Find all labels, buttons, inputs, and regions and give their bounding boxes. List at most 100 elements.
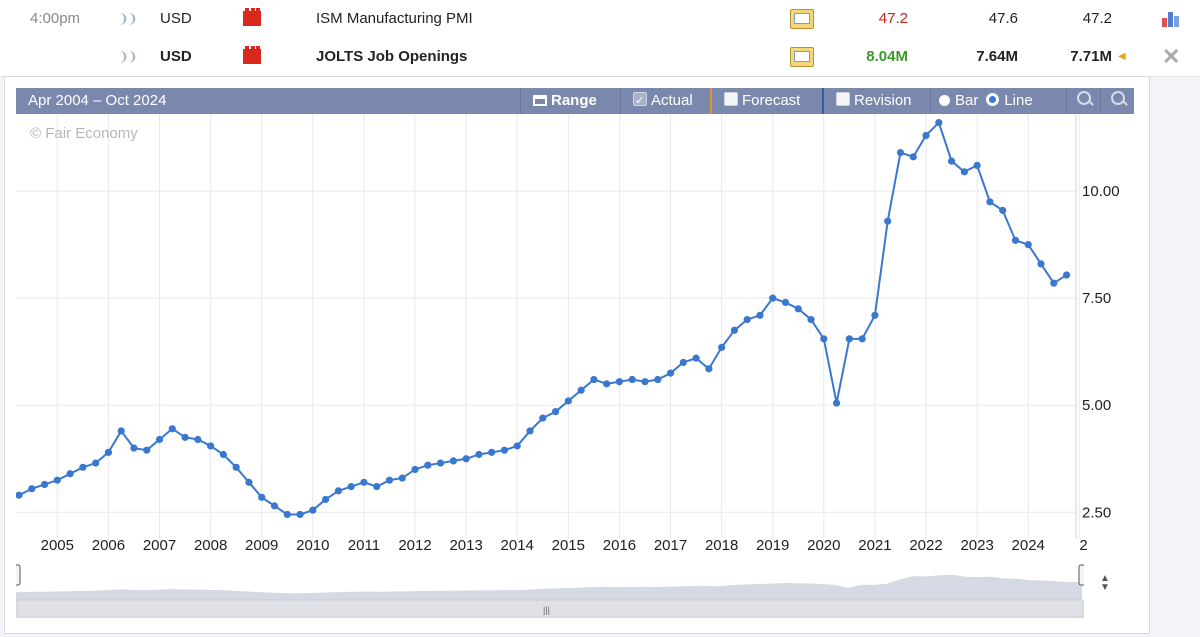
data-point[interactable] xyxy=(181,433,189,441)
data-point[interactable] xyxy=(794,305,802,313)
data-point[interactable] xyxy=(168,425,176,433)
data-point[interactable] xyxy=(500,446,509,454)
scroll-arrows-icon[interactable]: ▲ ▼ xyxy=(1100,574,1110,593)
data-point[interactable] xyxy=(194,435,202,444)
data-point[interactable] xyxy=(935,118,943,127)
data-point[interactable] xyxy=(143,446,151,454)
data-point[interactable] xyxy=(871,311,879,319)
revision-checkbox[interactable] xyxy=(836,92,850,106)
forecast-checkbox[interactable] xyxy=(724,92,738,106)
data-point[interactable] xyxy=(385,476,394,484)
data-point[interactable] xyxy=(692,354,700,362)
data-point[interactable] xyxy=(155,435,164,444)
data-point[interactable] xyxy=(130,444,138,452)
data-point[interactable] xyxy=(347,483,355,491)
data-point[interactable] xyxy=(66,470,74,478)
data-point[interactable] xyxy=(436,459,445,467)
data-point[interactable] xyxy=(207,442,215,450)
data-point[interactable] xyxy=(922,131,930,140)
data-point[interactable] xyxy=(360,478,368,486)
bar-chart-icon[interactable] xyxy=(1160,9,1182,27)
data-point[interactable] xyxy=(986,198,994,206)
data-point[interactable] xyxy=(628,375,636,384)
data-point[interactable] xyxy=(245,478,253,486)
data-point[interactable] xyxy=(283,510,291,519)
data-point[interactable] xyxy=(309,506,317,514)
event-title[interactable]: JOLTS Job Openings xyxy=(316,38,467,76)
data-point[interactable] xyxy=(79,463,87,471)
data-point[interactable] xyxy=(475,450,483,459)
data-point[interactable] xyxy=(820,335,828,343)
data-point[interactable] xyxy=(270,502,279,510)
data-point[interactable] xyxy=(1024,241,1032,249)
data-point[interactable] xyxy=(666,369,675,377)
data-point[interactable] xyxy=(1050,279,1058,287)
data-point[interactable] xyxy=(539,414,547,422)
data-point[interactable] xyxy=(730,326,739,334)
data-point[interactable] xyxy=(845,335,853,343)
data-point[interactable] xyxy=(590,375,598,384)
data-point[interactable] xyxy=(769,294,777,302)
data-point[interactable] xyxy=(424,461,432,469)
data-point[interactable] xyxy=(16,491,23,499)
data-point[interactable] xyxy=(679,358,687,367)
data-point[interactable] xyxy=(641,378,649,386)
data-point[interactable] xyxy=(615,378,624,386)
data-point[interactable] xyxy=(884,217,892,225)
data-point[interactable] xyxy=(1037,260,1045,268)
data-point[interactable] xyxy=(807,315,815,324)
range-navigator[interactable]: ||| xyxy=(16,552,1084,618)
data-point[interactable] xyxy=(999,206,1007,214)
data-point[interactable] xyxy=(551,408,560,416)
data-point[interactable] xyxy=(1062,271,1071,279)
data-point[interactable] xyxy=(219,450,227,459)
data-point[interactable] xyxy=(654,375,662,384)
data-point[interactable] xyxy=(296,510,304,519)
zoom-in-button[interactable] xyxy=(1066,88,1101,114)
data-point[interactable] xyxy=(40,480,49,489)
data-point[interactable] xyxy=(896,148,905,157)
revision-toggle[interactable]: Revision xyxy=(822,88,932,114)
data-point[interactable] xyxy=(718,343,726,352)
data-point[interactable] xyxy=(258,493,266,501)
forecast-toggle[interactable]: Forecast xyxy=(710,88,822,114)
data-point[interactable] xyxy=(334,487,342,495)
data-point[interactable] xyxy=(373,483,381,491)
event-row[interactable]: 4:00pm ❩❩ USD ISM Manufacturing PMI 47.2… xyxy=(0,0,1200,38)
data-point[interactable] xyxy=(53,476,61,484)
data-point[interactable] xyxy=(232,463,240,471)
data-point[interactable] xyxy=(947,157,956,165)
data-point[interactable] xyxy=(909,153,917,161)
data-point[interactable] xyxy=(577,386,585,394)
data-point[interactable] xyxy=(973,161,981,169)
event-row[interactable]: ❩❩ USD JOLTS Job Openings 8.04M 7.64M 7.… xyxy=(0,38,1200,77)
navigator-left-handle[interactable] xyxy=(16,564,21,586)
data-point[interactable] xyxy=(513,442,521,450)
data-point[interactable] xyxy=(705,365,713,373)
data-point[interactable] xyxy=(833,399,841,407)
data-point[interactable] xyxy=(743,315,751,324)
data-point[interactable] xyxy=(526,427,534,435)
zoom-out-button[interactable] xyxy=(1100,88,1135,114)
data-point[interactable] xyxy=(92,459,100,467)
data-point[interactable] xyxy=(449,457,457,465)
data-point[interactable] xyxy=(488,448,496,456)
data-point[interactable] xyxy=(462,455,470,463)
close-icon[interactable]: ✕ xyxy=(1162,38,1180,76)
navigator-right-handle[interactable] xyxy=(1078,564,1084,586)
data-point[interactable] xyxy=(1011,236,1020,244)
data-point[interactable] xyxy=(322,495,330,504)
actual-toggle[interactable]: Actual xyxy=(620,88,709,114)
data-point[interactable] xyxy=(104,448,113,456)
detail-folder-icon[interactable] xyxy=(790,9,814,29)
data-point[interactable] xyxy=(960,168,968,176)
actual-checkbox[interactable] xyxy=(633,88,647,114)
range-button[interactable]: Range xyxy=(520,88,609,114)
data-point[interactable] xyxy=(398,474,406,482)
detail-folder-icon[interactable] xyxy=(790,47,814,67)
data-point[interactable] xyxy=(756,311,764,319)
data-point[interactable] xyxy=(564,397,572,405)
event-title[interactable]: ISM Manufacturing PMI xyxy=(316,0,473,38)
data-point[interactable] xyxy=(781,298,790,307)
bar-radio[interactable] xyxy=(939,95,950,106)
